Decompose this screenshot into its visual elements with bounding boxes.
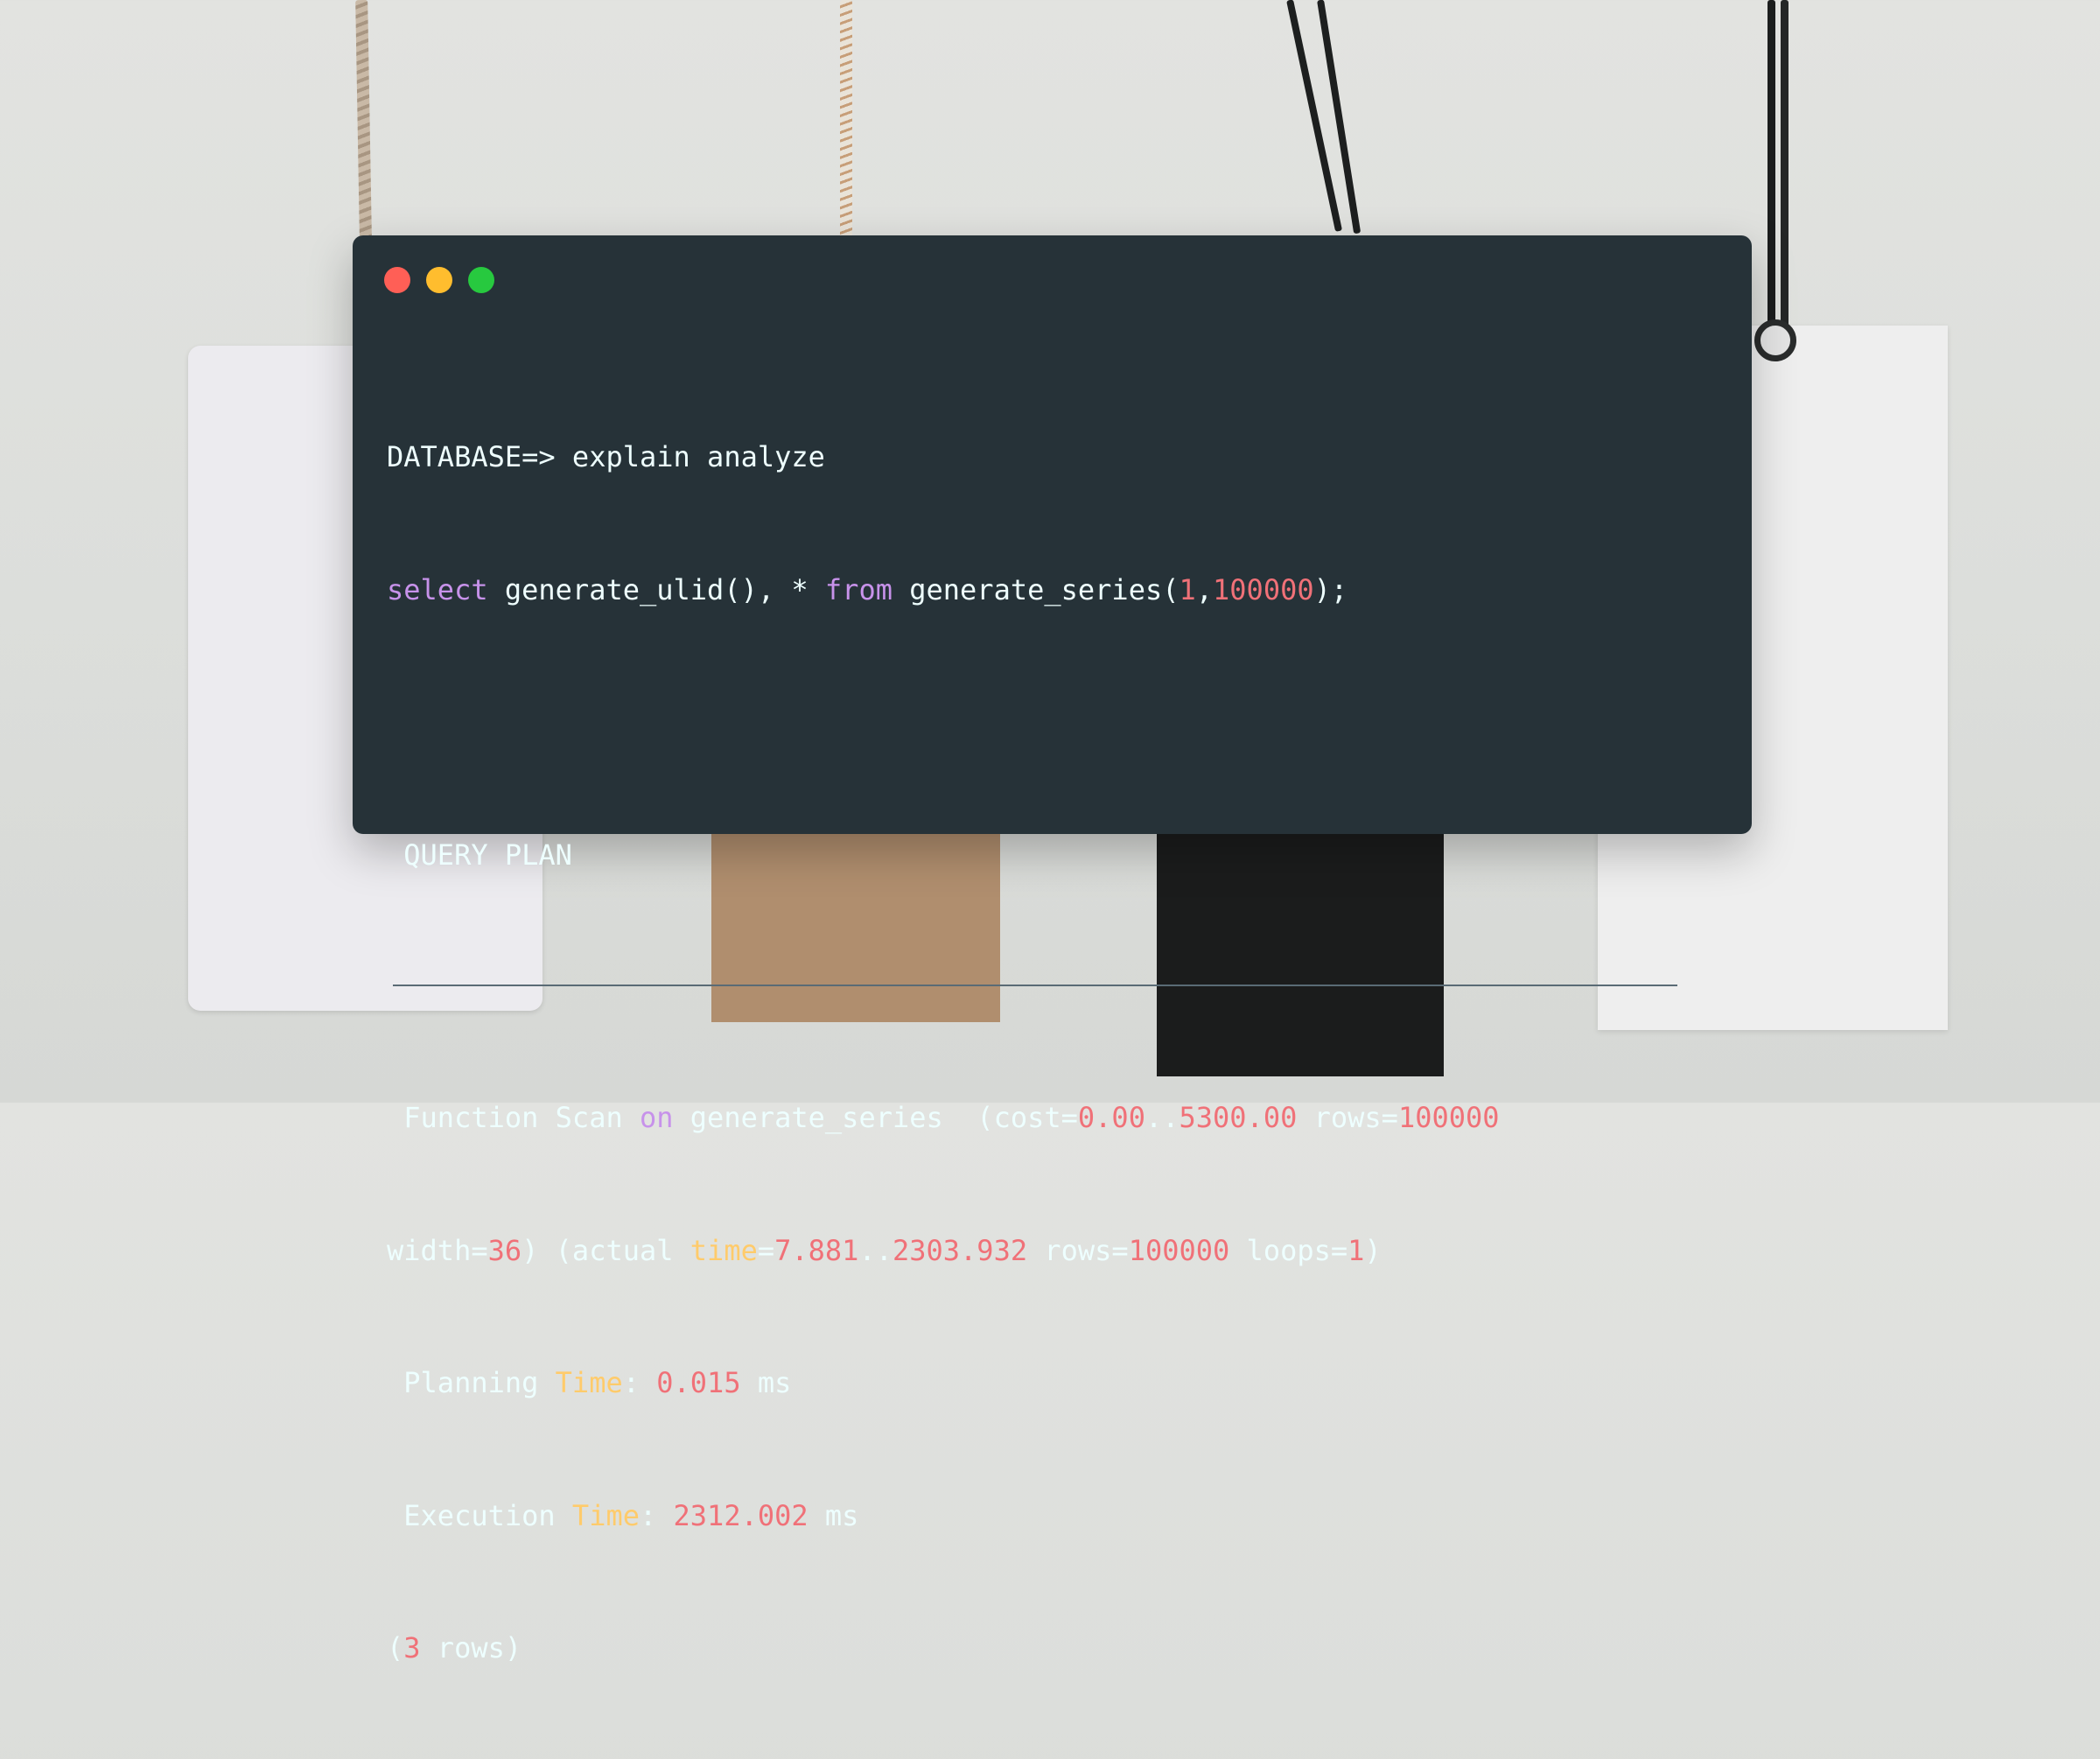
number-literal: 1 (1348, 1233, 1365, 1267)
number-literal: 1 (1179, 572, 1196, 606)
plan-text: ( (387, 1631, 404, 1664)
plan-text: rows= (1297, 1101, 1398, 1134)
prompt-line: DATABASE=> explain analyze (387, 435, 1717, 480)
number-literal: 0.00 (1077, 1101, 1145, 1134)
maximize-button[interactable] (468, 267, 494, 293)
minimize-button[interactable] (426, 267, 452, 293)
attribute-time: time (690, 1233, 758, 1267)
plan-text: = (757, 1233, 775, 1267)
close-button[interactable] (384, 267, 410, 293)
window-controls (384, 267, 494, 293)
attribute-time: Time (571, 1498, 640, 1532)
plan-text: rows= (1027, 1233, 1129, 1267)
plan-text: Function Scan (387, 1101, 640, 1134)
plan-text: Execution (387, 1498, 572, 1532)
row-count-line: (3 rows) (387, 1626, 1717, 1671)
keyword-from: from (824, 572, 892, 606)
plan-text: generate_series (cost= (673, 1101, 1078, 1134)
plan-text: : (639, 1498, 674, 1532)
number-literal: 3 (403, 1631, 421, 1664)
plan-text: ms (740, 1366, 792, 1399)
plan-text: rows) (420, 1631, 522, 1664)
query-text: generate_series( (892, 572, 1180, 606)
prompt-text: DATABASE=> explain analyze (387, 440, 825, 473)
black-cord (1768, 0, 1775, 350)
black-cord (1286, 0, 1343, 232)
number-literal: 0.015 (656, 1366, 741, 1399)
keyword-select: select (387, 572, 488, 606)
plan-text: .. (858, 1233, 892, 1267)
black-cord (1781, 0, 1788, 350)
attribute-time: Time (555, 1366, 623, 1399)
plan-text: width= (387, 1233, 488, 1267)
keyword-on: on (639, 1101, 674, 1134)
twine-string (840, 0, 852, 245)
plan-text: : (622, 1366, 657, 1399)
terminal-window: DATABASE=> explain analyze select genera… (353, 235, 1752, 1664)
plan-text: loops= (1229, 1233, 1348, 1267)
query-text: ); (1313, 572, 1348, 606)
black-cord (1317, 0, 1362, 235)
number-literal: 100000 (1397, 1101, 1500, 1134)
number-literal: 5300.00 (1179, 1101, 1298, 1134)
plan-text: Planning (387, 1366, 556, 1399)
terminal-output: DATABASE=> explain analyze select genera… (387, 347, 1717, 1759)
plan-line-2: width=36) (actual time=7.881..2303.932 r… (387, 1229, 1717, 1273)
query-text: generate_ulid(), * (487, 572, 825, 606)
query-plan-header: QUERY PLAN (387, 833, 1717, 878)
number-literal: 7.881 (774, 1233, 859, 1267)
plan-text: ) (actual (522, 1233, 690, 1267)
number-literal: 36 (487, 1233, 522, 1267)
query-line: select generate_ulid(), * from generate_… (387, 568, 1717, 613)
number-literal: 100000 (1128, 1233, 1230, 1267)
number-literal: 2312.002 (673, 1498, 808, 1532)
plan-text: .. (1144, 1101, 1180, 1134)
divider-rule (393, 985, 1677, 986)
planning-time-line: Planning Time: 0.015 ms (387, 1361, 1717, 1405)
execution-time-line: Execution Time: 2312.002 ms (387, 1494, 1717, 1538)
number-literal: 2303.932 (892, 1233, 1028, 1267)
query-text: , (1195, 572, 1214, 606)
plan-text: ms (808, 1498, 859, 1532)
number-literal: 100000 (1213, 572, 1314, 606)
header-text: QUERY PLAN (387, 837, 572, 872)
tag-eyelet (1754, 319, 1796, 361)
plan-text: ) (1364, 1233, 1382, 1267)
